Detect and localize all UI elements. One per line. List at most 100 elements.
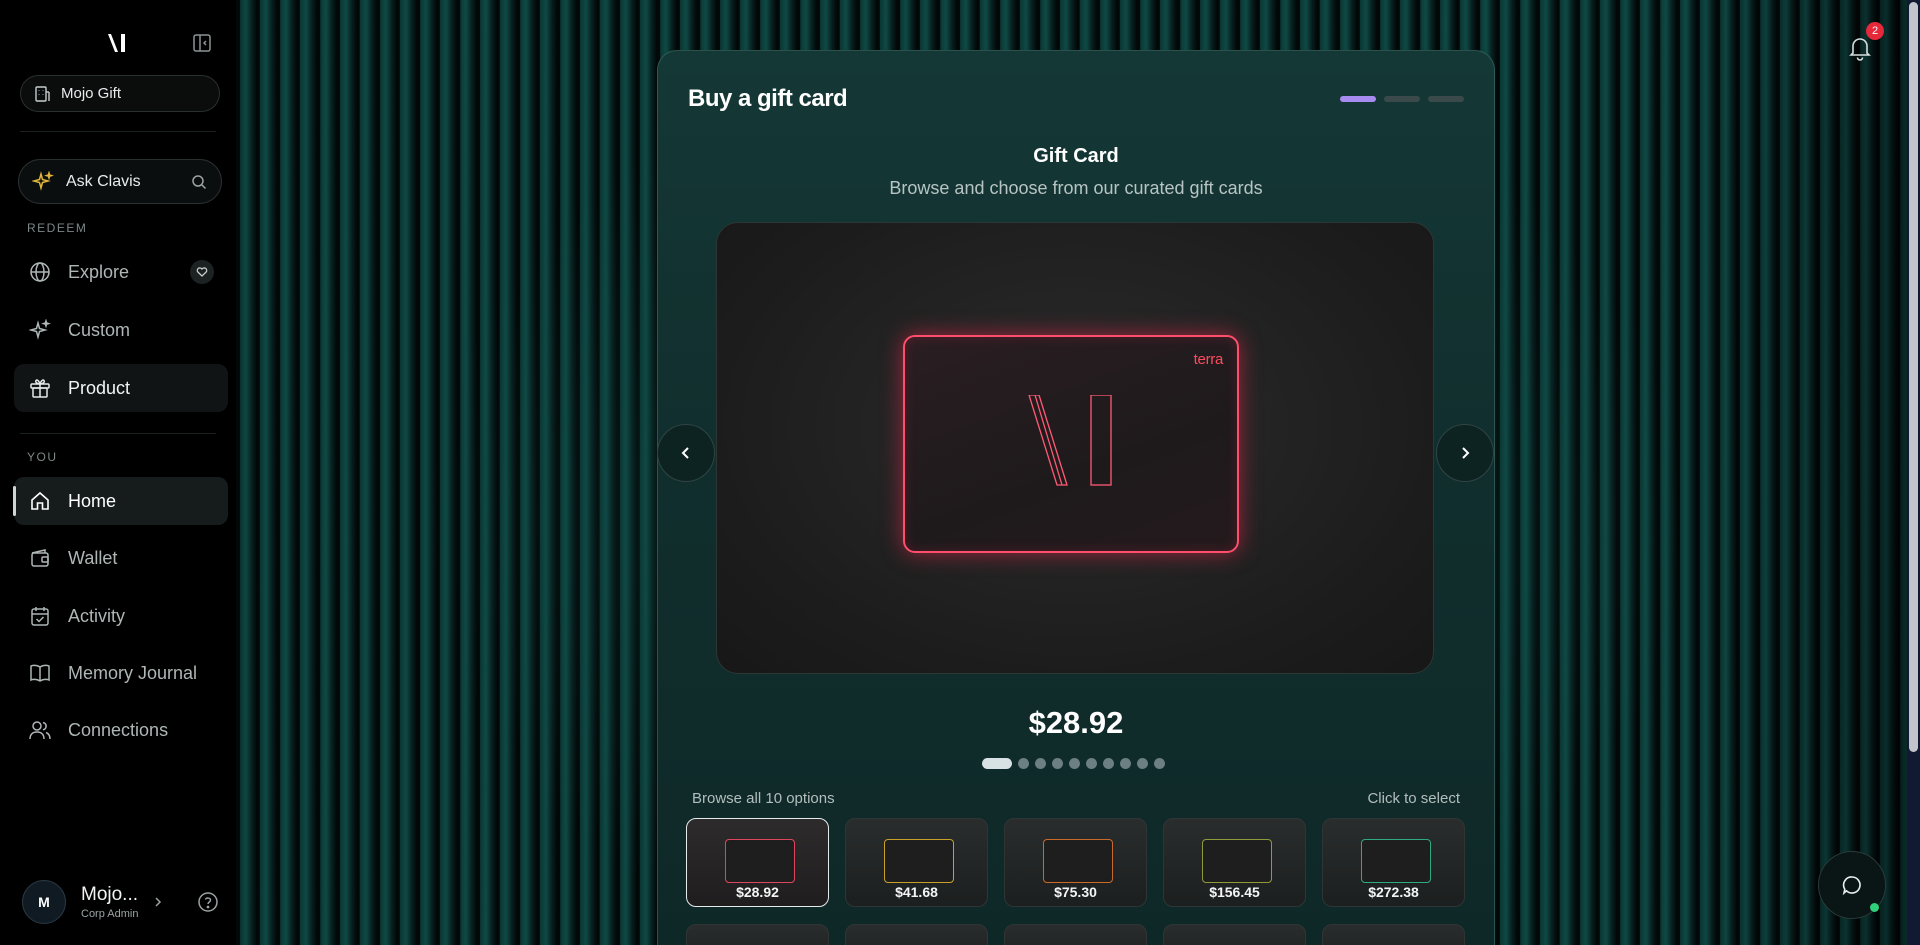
building-icon [35,85,50,102]
option-price: $41.68 [895,884,938,900]
carousel-dot[interactable] [1018,758,1029,769]
nav-item-label: Activity [68,605,126,626]
book-icon [28,661,52,685]
nav-item-label: Product [68,377,131,398]
search-icon[interactable] [191,174,207,190]
user-role: Corp Admin [81,908,139,920]
thumbnail-card [1361,839,1431,883]
page-title: Buy a gift card [688,85,848,112]
gift-option-card[interactable]: $41.68 [845,818,988,907]
nav-item-label: Connections [68,719,169,740]
carousel-dot[interactable] [1154,758,1165,769]
selected-price: $28.92 [1028,705,1124,740]
thumbnail-card [1202,839,1272,883]
step-1 [1340,96,1376,102]
nav-item-label: Memory Journal [68,662,198,683]
card-brand-label: terra [1193,351,1224,368]
carousel-dot[interactable] [1086,758,1097,769]
nav-item-product[interactable]: Product [14,364,228,412]
nav-item-explore[interactable]: Explore [14,248,228,296]
select-hint: Click to select [1367,790,1460,807]
carousel-dots [982,758,1165,769]
thumbnail-card [884,839,954,883]
carousel-dot[interactable] [1035,758,1046,769]
previous-card-button[interactable] [657,424,715,482]
nav-item-home[interactable]: Home [13,477,228,525]
nav-item-label: Custom [68,319,131,340]
carousel-dot[interactable] [1137,758,1148,769]
option-price: $272.38 [1368,884,1419,900]
carousel-dot[interactable] [1069,758,1080,769]
gift-icon [28,376,52,400]
section-title: Gift Card [1033,145,1119,167]
step-indicator [1340,96,1464,102]
thumbnail-card [725,839,795,883]
nav-item-custom[interactable]: Custom [14,306,228,354]
nav-item-label: Home [68,490,117,511]
chevron-right-icon[interactable] [151,895,165,909]
nav-item-activity[interactable]: Activity [14,592,228,640]
chevron-left-icon [681,447,689,459]
page-scrollbar[interactable] [1907,0,1920,945]
gift-option-card[interactable] [1322,924,1465,945]
ask-clavis-label: Ask Clavis [66,172,141,190]
divider [20,433,216,434]
organization-switcher[interactable]: Mojo Gift [20,75,220,112]
user-profile[interactable]: M Mojo... Corp Admin [22,880,222,924]
section-label-redeem: REDEEM [27,221,88,235]
gift-option-card[interactable]: $75.30 [1004,818,1147,907]
section-label-you: YOU [27,450,58,464]
nav-item-label: Explore [68,261,130,282]
option-price: $28.92 [736,884,779,900]
carousel-dot[interactable] [1103,758,1114,769]
nav-item-wallet[interactable]: Wallet [14,534,228,582]
calendar-check-icon [28,604,52,628]
wallet-icon [28,546,52,570]
option-price: $156.45 [1209,884,1260,900]
nav-item-label: Wallet [68,547,118,568]
collapse-sidebar-icon[interactable] [192,33,212,53]
step-2 [1384,96,1420,102]
buy-gift-card-panel: Buy a gift card Gift Card Browse and cho… [657,50,1495,945]
organization-name: Mojo Gift [61,85,122,102]
ask-clavis-search[interactable]: Ask Clavis [18,159,222,204]
scrollbar-thumb[interactable] [1909,2,1918,752]
browse-options-label: Browse all 10 options [692,790,835,807]
globe-icon [28,260,52,284]
user-name: Mojo... [81,884,139,905]
section-description: Browse and choose from our curated gift … [889,178,1263,198]
gift-option-card[interactable]: $28.92 [686,818,829,907]
option-price: $75.30 [1054,884,1097,900]
gift-option-card[interactable]: $272.38 [1322,818,1465,907]
divider [20,131,216,132]
sidebar: Mojo Gift Ask Clavis REDEEM Explore Cust… [0,0,236,945]
nav-item-connections[interactable]: Connections [14,706,228,754]
carousel-dot[interactable] [1052,758,1063,769]
gift-option-card[interactable] [845,924,988,945]
gift-card-showcase: terra [716,222,1434,674]
gift-option-card[interactable]: $156.45 [1163,818,1306,907]
avatar: M [22,880,66,924]
brand-logo [108,34,125,52]
thumbnail-card [1043,839,1113,883]
help-icon[interactable] [196,890,220,914]
carousel-dot[interactable] [982,758,1012,769]
nav-item-memory-journal[interactable]: Memory Journal [14,649,228,697]
carousel-dot[interactable] [1120,758,1131,769]
step-3 [1428,96,1464,102]
chat-bubble-icon [1842,876,1861,896]
gift-option-card[interactable] [1163,924,1306,945]
card-logo [1028,395,1112,486]
notification-count-badge: 2 [1866,22,1884,40]
sparkles-icon [28,318,52,342]
gift-option-card[interactable] [1004,924,1147,945]
sparkles-icon [32,170,54,191]
gift-option-card[interactable] [686,924,829,945]
online-status-dot [1870,903,1879,912]
users-icon [28,718,52,742]
favorites-heart-icon[interactable] [190,260,214,284]
featured-gift-card[interactable]: terra [903,335,1239,553]
home-icon [28,489,52,513]
chevron-right-icon [1462,447,1470,459]
next-card-button[interactable] [1436,424,1494,482]
